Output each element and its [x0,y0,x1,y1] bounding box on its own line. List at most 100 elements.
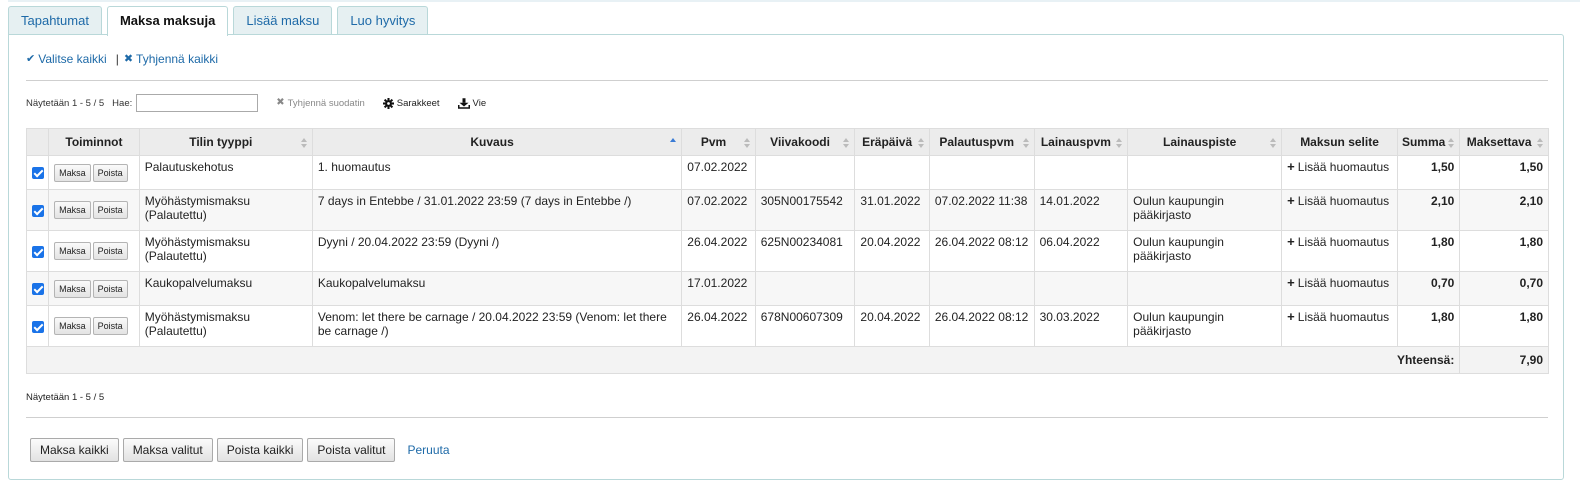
remove-button[interactable]: Poista [92,317,128,335]
tab-tapahtumat[interactable]: Tapahtumat [8,6,102,35]
checkout-branch: Oulun kaupungin pääkirjasto [1127,305,1283,347]
date: 07.02.2022 [681,189,756,231]
search-input[interactable] [136,94,259,112]
separator: | [115,52,119,66]
tab-bar: Tapahtumat Maksa maksuja Lisää maksu Luo… [8,6,433,36]
col-checkout-branch[interactable]: Lainauspiste [1127,128,1283,156]
remove-button[interactable]: Poista [92,201,128,219]
col-date[interactable]: Pvm [681,128,756,156]
return-date [928,155,1035,190]
tab-lisaa-maksu[interactable]: Lisää maksu [233,6,333,35]
checkout-date: 14.01.2022 [1033,189,1129,231]
select-all-link[interactable]: ✔ Valitse kaikki [26,52,107,66]
remove-button[interactable]: Poista [92,163,128,182]
checkout-branch [1127,271,1283,306]
table-total-row: Yhteensä: 7,90 [25,346,1549,374]
sort-icon [1448,138,1455,148]
pay-button[interactable]: Maksa [54,201,91,219]
add-note-link[interactable]: + Lisää huomautus [1281,271,1398,306]
cancel-link[interactable]: Peruuta [407,443,449,457]
account-type: Myöhästymismaksu (Palautettu) [138,305,313,347]
col-description-label: Kuvaus [470,135,514,149]
col-return-date[interactable]: Palautuspvm [928,128,1035,156]
row-checkbox[interactable] [31,167,44,180]
remove-all-button[interactable]: Poista kaikki [216,438,304,462]
clear-filter-button[interactable]: ✖ Tyhjennä suodatin [276,98,365,109]
pay-all-button[interactable]: Maksa kaikki [30,438,119,462]
col-select [25,128,50,156]
barcode-link[interactable] [754,155,856,190]
checkout-date: 06.04.2022 [1033,230,1129,272]
row-checkbox[interactable] [31,245,44,258]
barcode-link[interactable]: 625N00234081 [754,230,856,272]
outstanding: 1,80 [1459,305,1549,347]
row-checkbox[interactable] [31,204,44,217]
col-description[interactable]: Kuvaus [311,128,683,156]
plus-icon: + [1287,159,1295,174]
col-checkout-date[interactable]: Lainauspvm [1033,128,1129,156]
col-due-date[interactable]: Eräpäivä [854,128,930,156]
barcode-link[interactable] [754,271,856,306]
plus-icon: + [1287,193,1295,208]
amount: 0,70 [1396,271,1461,306]
total-value: 7,90 [1459,346,1549,374]
plus-icon: + [1287,275,1295,290]
amount: 1,50 [1396,155,1461,190]
clear-all-label: Tyhjennä kaikki [136,52,219,66]
col-checkout-branch-label: Lainauspiste [1162,135,1237,149]
tab-maksa-maksuja[interactable]: Maksa maksuja [106,6,229,36]
divider [26,417,1548,418]
table-row: Maksa Poista Kaukopalvelumaksu Kaukopalve… [25,271,1549,306]
date: 26.04.2022 [681,230,756,272]
row-checkbox[interactable] [31,320,44,333]
divider [26,80,1548,81]
col-account-type-label: Tilin tyyppi [189,135,253,149]
col-outstanding[interactable]: Maksettava [1459,128,1549,156]
clear-all-link[interactable]: ✖ Tyhjennä kaikki [124,52,218,66]
total-label: Yhteensä: [25,346,1461,374]
pay-selected-button[interactable]: Maksa valitut [122,438,213,462]
description: Dyyni / 20.04.2022 23:59 (Dyyni /) [311,230,683,272]
pay-button[interactable]: Maksa [54,242,91,260]
tab-luo-hyvitys[interactable]: Luo hyvitys [337,6,429,35]
sort-icon [1116,138,1123,148]
row-checkbox[interactable] [31,283,44,296]
due-date: 20.04.2022 [854,305,930,347]
table-row: Maksa Poista Myöhästymismaksu (Palautettu… [25,189,1549,231]
times-icon: ✖ [276,97,285,108]
col-barcode[interactable]: Viivakoodi [754,128,856,156]
add-note-link[interactable]: + Lisää huomautus [1281,189,1398,231]
col-amount-label: Summa [1401,135,1446,149]
add-note-link[interactable]: + Lisää huomautus [1281,305,1398,347]
col-account-type[interactable]: Tilin tyyppi [138,128,313,156]
account-type: Kaukopalvelumaksu [138,271,313,306]
pay-button[interactable]: Maksa [54,163,91,182]
columns-label: Sarakkeet [396,97,440,109]
barcode-link[interactable]: 305N00175542 [754,189,856,231]
add-note-label: Lisää huomautus [1297,310,1390,324]
table-info-bottom: Näytetään 1 - 5 / 5 [26,392,105,403]
description: Venom: let there be carnage / 20.04.2022… [311,305,683,347]
return-date [928,271,1035,306]
pay-button[interactable]: Maksa [54,279,91,298]
pay-button[interactable]: Maksa [54,317,91,335]
columns-button[interactable]: Sarakkeet [382,97,440,109]
plus-icon: + [1287,309,1295,324]
export-button[interactable]: Vie [457,97,486,109]
col-barcode-label: Viivakoodi [770,135,830,149]
top-border [8,0,1580,2]
remove-button[interactable]: Poista [92,242,128,260]
add-note-link[interactable]: + Lisää huomautus [1281,155,1398,190]
add-note-link[interactable]: + Lisää huomautus [1281,230,1398,272]
add-note-label: Lisää huomautus [1297,194,1390,208]
download-icon [457,97,470,109]
barcode-link[interactable]: 678N00607309 [754,305,856,347]
remove-button[interactable]: Poista [92,279,128,298]
fines-table: Toiminnot Tilin tyyppi Kuvaus Pvm Viivak… [25,128,1549,374]
table-controls: Näytetään 1 - 5 / 5 Hae: ✖ Tyhjennä suod… [26,94,486,112]
clear-filter-label: Tyhjennä suodatin [287,97,365,109]
pay-fines-panel: ✔ Valitse kaikki | ✖ Tyhjennä kaikki Näy… [8,34,1564,480]
col-amount[interactable]: Summa [1396,128,1461,156]
checkout-date: 30.03.2022 [1033,305,1129,347]
remove-selected-button[interactable]: Poista valitut [307,438,396,462]
